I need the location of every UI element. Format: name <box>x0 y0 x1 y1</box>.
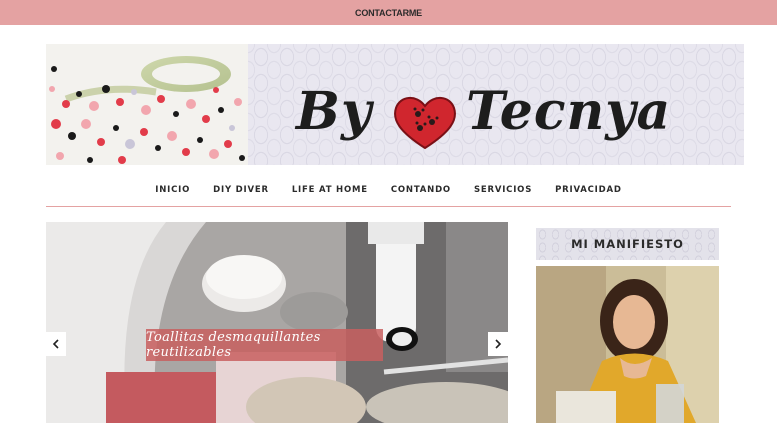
slide-caption[interactable]: Toallitas desmaquillantes reutilizables <box>146 329 383 361</box>
widget-title-text: MI MANIFIESTO <box>571 237 684 251</box>
nav-item-inicio[interactable]: INICIO <box>155 180 190 200</box>
nav-item-contando[interactable]: CONTANDO <box>391 180 451 200</box>
chevron-left-icon <box>52 339 59 349</box>
slider-next-button[interactable] <box>488 332 508 356</box>
brand-name: Tecnya <box>466 81 672 142</box>
sidebar-widget-title: MI MANIFIESTO <box>536 228 719 260</box>
washi-tape-photo <box>46 44 248 165</box>
featured-slider[interactable]: Toallitas desmaquillantes reutilizables <box>46 222 508 423</box>
nav-item-privacidad[interactable]: PRIVACIDAD <box>555 180 622 200</box>
nav-divider <box>46 206 731 207</box>
main-navigation: INICIO DIY DIVER LIFE AT HOME CONTANDO S… <box>46 180 731 200</box>
top-bar: CONTACTARME <box>0 0 777 25</box>
brand-prefix: By <box>296 81 373 142</box>
slider-prev-button[interactable] <box>46 332 66 356</box>
chevron-right-icon <box>495 339 502 349</box>
slide-caption-text: Toallitas desmaquillantes reutilizables <box>146 330 321 360</box>
slide-image <box>46 222 508 423</box>
nav-item-diy-diver[interactable]: DIY DIVER <box>213 180 269 200</box>
contact-link[interactable]: CONTACTARME <box>355 8 422 18</box>
profile-photo[interactable] <box>536 266 719 423</box>
heart-paws-icon <box>394 97 456 150</box>
site-header-banner[interactable]: By Tecnya <box>46 44 744 165</box>
nav-item-life-at-home[interactable]: LIFE AT HOME <box>292 180 368 200</box>
nav-item-servicios[interactable]: SERVICIOS <box>474 180 532 200</box>
